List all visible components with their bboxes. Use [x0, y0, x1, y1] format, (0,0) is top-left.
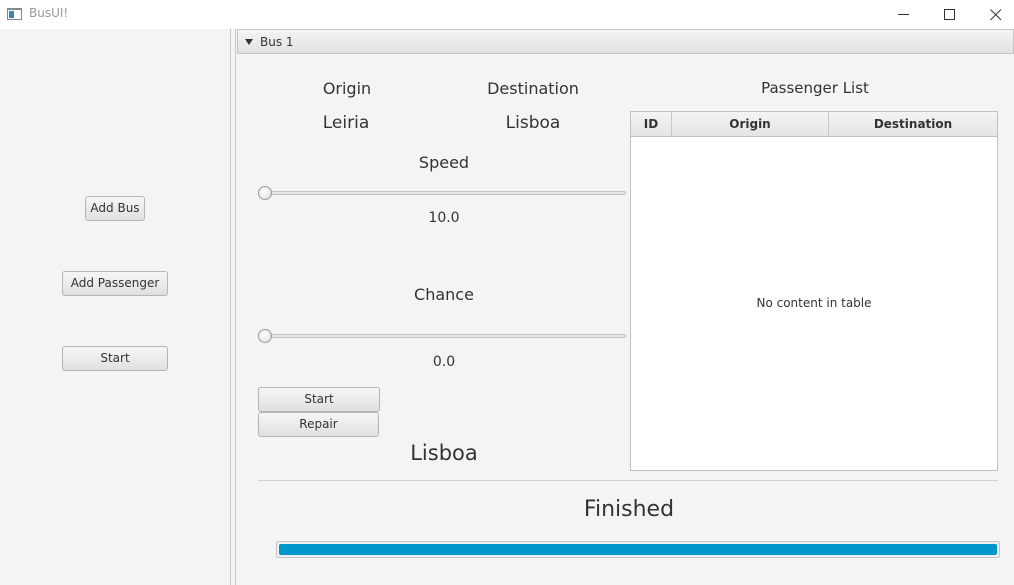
passenger-list-title: Passenger List [761, 79, 869, 97]
add-bus-button[interactable]: Add Bus [85, 196, 145, 221]
speed-slider-track [258, 191, 626, 195]
passenger-table-header: ID Origin Destination [631, 112, 997, 137]
bus-pane-title: Bus 1 [260, 35, 294, 49]
chance-slider-track [258, 334, 626, 338]
passenger-table[interactable]: ID Origin Destination No content in tabl… [630, 111, 998, 471]
chance-label: Chance [414, 285, 474, 304]
origin-value: Leiria [322, 113, 370, 133]
repair-button[interactable]: Repair [258, 412, 379, 437]
current-location: Lisboa [410, 441, 478, 465]
maximize-icon [944, 9, 955, 20]
origin-label: Origin [322, 79, 372, 98]
column-header-origin[interactable]: Origin [672, 112, 829, 136]
chance-value: 0.0 [432, 354, 456, 370]
close-icon [990, 9, 1002, 21]
sidebar [0, 29, 231, 585]
table-empty-placeholder: No content in table [756, 296, 872, 310]
app-icon [7, 8, 22, 20]
column-header-destination[interactable]: Destination [829, 112, 997, 136]
trip-progress-bar [276, 541, 1000, 558]
destination-value: Lisboa [505, 113, 561, 133]
chance-slider[interactable] [258, 326, 626, 346]
speed-value: 10.0 [428, 210, 460, 226]
close-button[interactable] [972, 0, 1014, 29]
status-text: Finished [583, 497, 675, 522]
speed-slider-thumb[interactable] [258, 186, 272, 200]
column-header-id[interactable]: ID [631, 112, 672, 136]
speed-slider[interactable] [258, 183, 626, 203]
start-all-button[interactable]: Start [62, 346, 168, 371]
window-title: BusUI! [29, 6, 69, 20]
minimize-icon [898, 14, 909, 15]
bus-start-button[interactable]: Start [258, 387, 380, 412]
split-pane-divider[interactable] [232, 29, 236, 585]
destination-label: Destination [487, 79, 579, 98]
bus-pane-header[interactable]: Bus 1 [237, 29, 1014, 54]
maximize-button[interactable] [926, 0, 972, 29]
collapse-triangle-icon [245, 39, 253, 45]
progress-fill [279, 544, 997, 555]
separator [258, 480, 998, 481]
speed-label: Speed [418, 153, 470, 172]
add-passenger-button[interactable]: Add Passenger [62, 271, 168, 296]
chance-slider-thumb[interactable] [258, 329, 272, 343]
minimize-button[interactable] [880, 0, 926, 29]
title-bar: BusUI! [0, 0, 1014, 29]
